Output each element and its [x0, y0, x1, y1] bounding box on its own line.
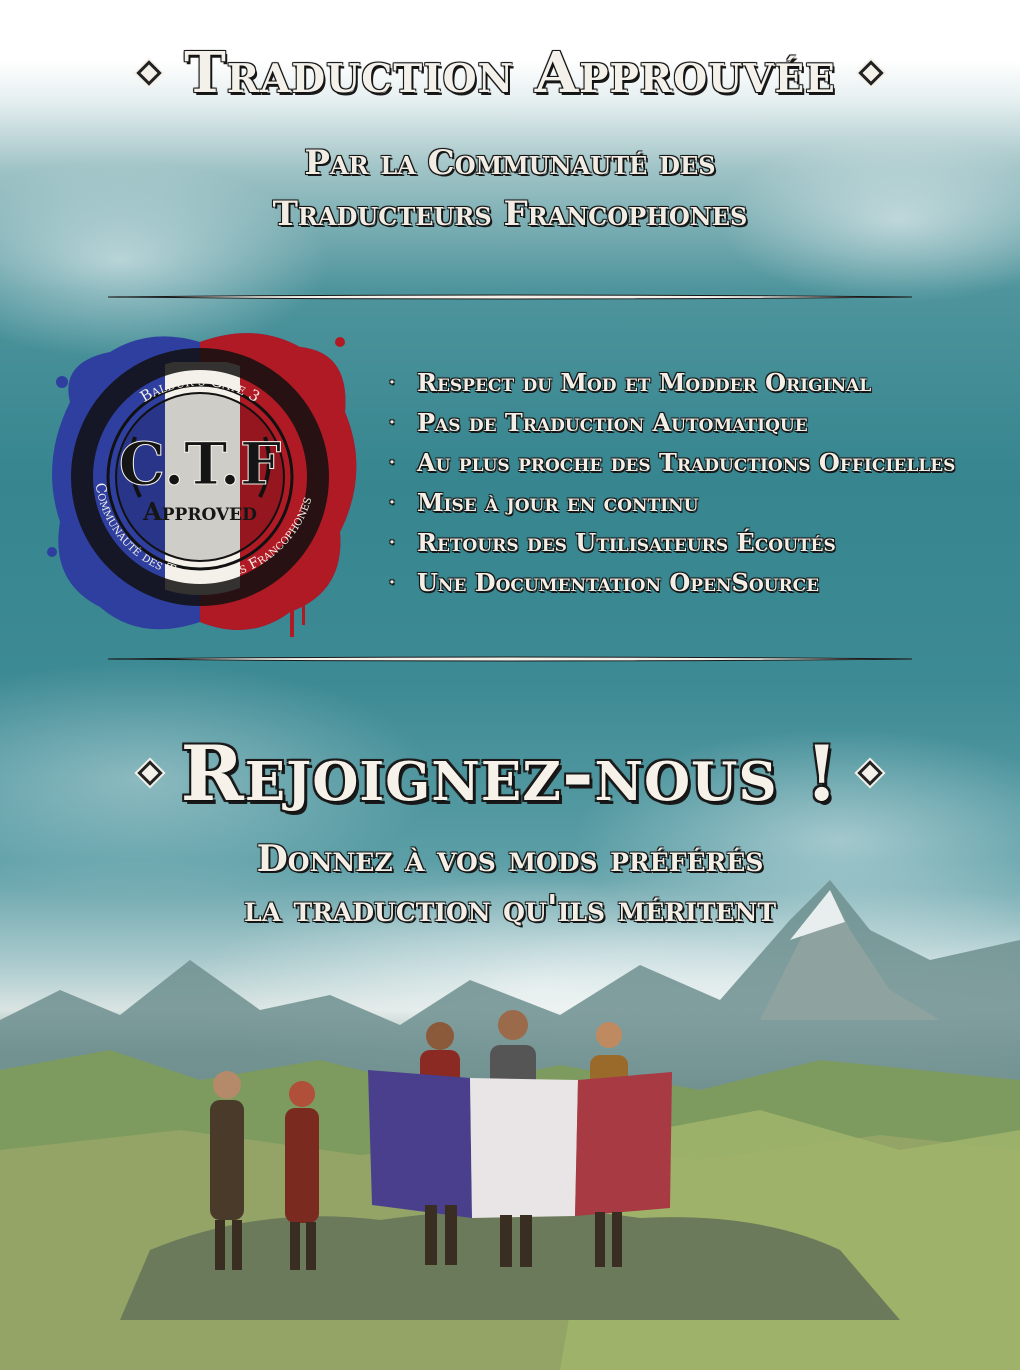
title-row: Traduction Approuvée — [0, 28, 1020, 118]
subtitle-line-1: Par la Communauté des — [304, 143, 716, 183]
bullet-icon: · — [388, 451, 396, 473]
divider-line — [108, 294, 912, 300]
join-heading-row: Rejoignez-nous ! — [0, 718, 1020, 828]
feature-label: Retours des Utilisateurs Écoutés — [417, 527, 836, 557]
feature-label: Mise à jour en continu — [417, 487, 699, 517]
diamond-ornament-icon — [136, 60, 162, 86]
feature-item: · Pas de Traduction Automatique — [385, 402, 1005, 442]
french-flag — [368, 1070, 672, 1218]
badge-initials: C.T.F — [119, 430, 281, 498]
feature-label: Respect du Mod et Modder Original — [417, 367, 872, 397]
diamond-ornament-icon — [136, 760, 163, 786]
promo-banner: Traduction Approuvée Par la Communauté d… — [0, 0, 1020, 1370]
divider-line — [108, 656, 912, 662]
feature-item: · Mise à jour en continu — [385, 482, 1005, 522]
bullet-icon: · — [388, 411, 396, 433]
bullet-icon: · — [388, 371, 396, 393]
cta-line-1: Donnez à vos mods préférés — [256, 838, 764, 880]
subtitle-line-2: Traducteurs Francophones — [272, 194, 748, 234]
feature-item: · Retours des Utilisateurs Écoutés — [385, 522, 1005, 562]
feature-item: · Au plus proche des Traductions Officiel… — [385, 442, 1005, 482]
bullet-icon: · — [388, 531, 396, 553]
ctf-approved-badge: Baldur's Gate 3 C.T.F Approved Communaut… — [47, 333, 357, 637]
bullet-icon: · — [388, 491, 396, 513]
feature-item: · Respect du Mod et Modder Original — [385, 362, 1005, 402]
feature-item: · Une Documentation OpenSource — [385, 562, 1005, 602]
bullet-icon: · — [388, 571, 396, 593]
diamond-ornament-icon — [858, 60, 884, 86]
diamond-ornament-icon — [857, 760, 884, 786]
feature-label: Une Documentation OpenSource — [417, 567, 820, 597]
feature-label: Au plus proche des Traductions Officiell… — [417, 447, 956, 477]
feature-list: · Respect du Mod et Modder Original · Pas … — [385, 362, 1005, 602]
join-heading: Rejoignez-nous ! — [180, 728, 840, 818]
feature-label: Pas de Traduction Automatique — [417, 407, 808, 437]
cta-line-2: la traduction qu'ils méritent — [244, 888, 776, 930]
badge-stamp: Approved — [142, 497, 257, 526]
page-title: Traduction Approuvée — [184, 40, 836, 106]
adventurers-with-flag-illustration — [120, 1010, 900, 1320]
